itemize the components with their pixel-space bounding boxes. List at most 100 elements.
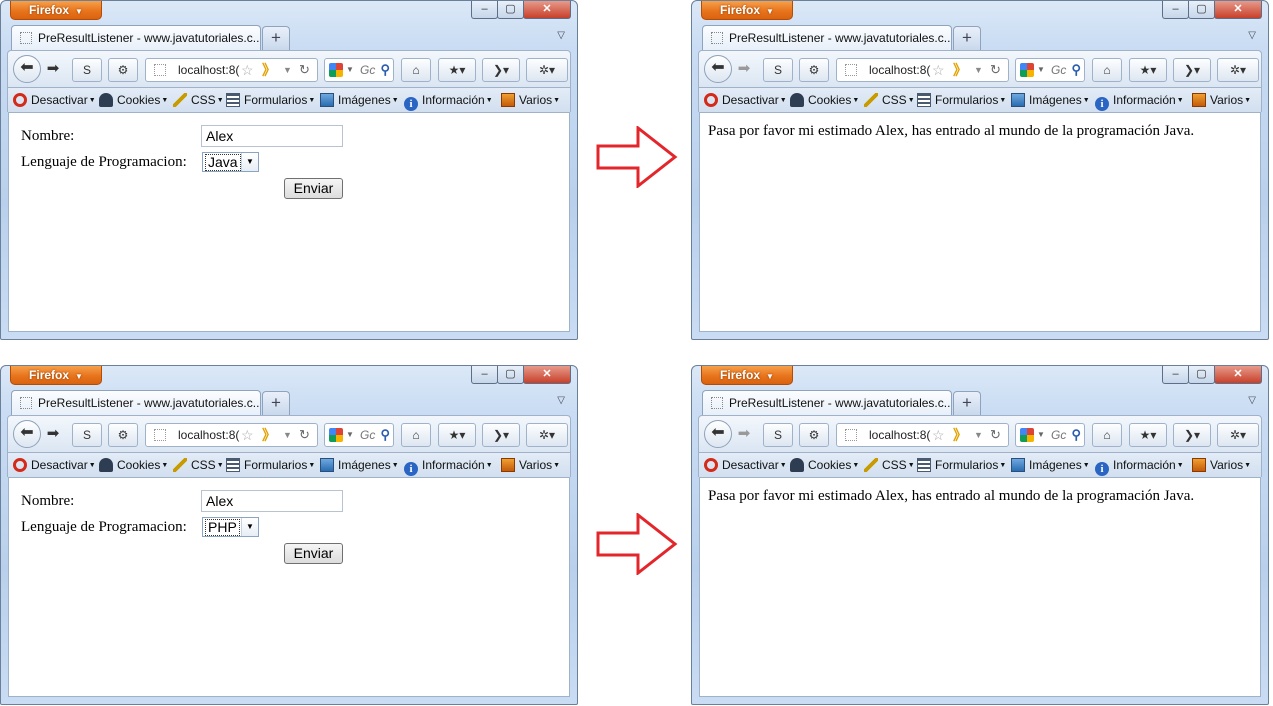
more-tools-button[interactable]: ❯▾ xyxy=(1173,423,1211,447)
firefox-menu-button[interactable]: Firefox ▼ xyxy=(701,1,793,20)
search-icon[interactable]: ⚲ xyxy=(1071,424,1081,446)
chevron-right-icon[interactable]: 》 xyxy=(953,424,967,446)
home-button[interactable]: ⌂ xyxy=(1092,423,1122,447)
home-button[interactable]: ⌂ xyxy=(401,423,431,447)
minimize-button[interactable]: – xyxy=(471,366,498,384)
toolbar-item-css[interactable]: CSS▼ xyxy=(864,88,915,112)
toolbar-item-cookies[interactable]: Cookies▼ xyxy=(790,88,859,112)
extension-button[interactable]: ⚙ xyxy=(799,423,829,447)
url-bar[interactable]: localhost:8(☆ 》 ▼ ↻ xyxy=(836,423,1009,447)
tab-active[interactable]: PreResultListener - www.javatutoriales.c… xyxy=(11,390,261,416)
extension-button[interactable]: ⚙ xyxy=(108,423,138,447)
forward-button[interactable]: ➡ xyxy=(733,425,755,445)
close-button[interactable]: ✕ xyxy=(523,1,571,19)
dropdown-icon[interactable]: ▼ xyxy=(1037,59,1045,81)
toolbar-item-informacion[interactable]: i Información▼ xyxy=(404,88,493,112)
dropdown-icon[interactable]: ▼ xyxy=(283,59,292,81)
language-select[interactable]: Java ▼ xyxy=(202,152,259,172)
chevron-down-icon[interactable]: ▼ xyxy=(241,153,258,171)
new-tab-button[interactable]: + xyxy=(953,26,981,50)
toolbar-item-desactivar[interactable]: Desactivar▼ xyxy=(704,88,787,112)
reload-icon[interactable]: ↻ xyxy=(990,59,1001,81)
toolbar-item-formularios[interactable]: Formularios▼ xyxy=(917,453,1006,477)
back-button[interactable]: ⬅ xyxy=(704,420,732,448)
forward-button[interactable]: ➡ xyxy=(733,60,755,80)
minimize-button[interactable]: – xyxy=(1162,366,1189,384)
reload-icon[interactable]: ↻ xyxy=(299,59,310,81)
toolbar-item-cookies[interactable]: Cookies▼ xyxy=(99,88,168,112)
bookmark-menu-button[interactable]: ★▾ xyxy=(1129,423,1167,447)
toolbar-item-imagenes[interactable]: Imágenes▼ xyxy=(320,453,399,477)
chevron-right-icon[interactable]: 》 xyxy=(262,424,276,446)
search-icon[interactable]: ⚲ xyxy=(1071,59,1081,81)
bookmark-menu-button[interactable]: ★▾ xyxy=(1129,58,1167,82)
search-input[interactable]: ▼ Gc ⚲ xyxy=(324,423,394,447)
maximize-button[interactable]: ▢ xyxy=(1188,366,1215,384)
firefox-menu-button[interactable]: Firefox ▼ xyxy=(701,366,793,385)
tab-list-icon[interactable]: ▽ xyxy=(1248,30,1256,41)
dropdown-icon[interactable]: ▼ xyxy=(283,424,292,446)
toolbar-item-informacion[interactable]: i Información▼ xyxy=(1095,453,1184,477)
firebug-button[interactable]: ✲▾ xyxy=(526,423,568,447)
forward-button[interactable]: ➡ xyxy=(42,425,64,445)
minimize-button[interactable]: – xyxy=(1162,1,1189,19)
toolbar-item-informacion[interactable]: i Información▼ xyxy=(1095,88,1184,112)
more-tools-button[interactable]: ❯▾ xyxy=(1173,58,1211,82)
url-bar[interactable]: localhost:8(☆ 》 ▼ ↻ xyxy=(836,58,1009,82)
maximize-button[interactable]: ▢ xyxy=(497,1,524,19)
new-tab-button[interactable]: + xyxy=(262,26,290,50)
toolbar-item-desactivar[interactable]: Desactivar▼ xyxy=(13,453,96,477)
language-select[interactable]: PHP ▼ xyxy=(202,517,259,537)
back-button[interactable]: ⬅ xyxy=(13,55,41,83)
stylish-button[interactable]: S xyxy=(72,58,102,82)
new-tab-button[interactable]: + xyxy=(262,391,290,415)
dropdown-icon[interactable]: ▼ xyxy=(1037,424,1045,446)
submit-button[interactable]: Enviar xyxy=(284,178,343,199)
toolbar-item-formularios[interactable]: Formularios▼ xyxy=(226,88,315,112)
dropdown-icon[interactable]: ▼ xyxy=(346,59,354,81)
new-tab-button[interactable]: + xyxy=(953,391,981,415)
extension-button[interactable]: ⚙ xyxy=(799,58,829,82)
maximize-button[interactable]: ▢ xyxy=(1188,1,1215,19)
chevron-right-icon[interactable]: 》 xyxy=(262,59,276,81)
tab-active[interactable]: PreResultListener - www.javatutoriales.c… xyxy=(702,25,952,51)
extension-button[interactable]: ⚙ xyxy=(108,58,138,82)
back-button[interactable]: ⬅ xyxy=(13,420,41,448)
toolbar-item-css[interactable]: CSS▼ xyxy=(864,453,915,477)
search-input[interactable]: ▼ Gc ⚲ xyxy=(324,58,394,82)
star-icon[interactable]: ☆ xyxy=(241,59,254,81)
more-tools-button[interactable]: ❯▾ xyxy=(482,423,520,447)
search-input[interactable]: ▼ Gc ⚲ xyxy=(1015,58,1085,82)
star-icon[interactable]: ☆ xyxy=(932,59,945,81)
toolbar-item-formularios[interactable]: Formularios▼ xyxy=(917,88,1006,112)
toolbar-item-css[interactable]: CSS▼ xyxy=(173,453,224,477)
tab-active[interactable]: PreResultListener - www.javatutoriales.c… xyxy=(702,390,952,416)
url-bar[interactable]: localhost:8(☆ 》 ▼ ↻ xyxy=(145,423,318,447)
reload-icon[interactable]: ↻ xyxy=(990,424,1001,446)
toolbar-item-desactivar[interactable]: Desactivar▼ xyxy=(13,88,96,112)
bookmark-menu-button[interactable]: ★▾ xyxy=(438,58,476,82)
toolbar-item-css[interactable]: CSS▼ xyxy=(173,88,224,112)
chevron-down-icon[interactable]: ▼ xyxy=(241,518,258,536)
name-input[interactable]: Alex xyxy=(201,490,343,512)
firefox-menu-button[interactable]: Firefox ▼ xyxy=(10,1,102,20)
forward-button[interactable]: ➡ xyxy=(42,60,64,80)
toolbar-item-varios[interactable]: Varios▼ xyxy=(501,453,560,477)
toolbar-item-formularios[interactable]: Formularios▼ xyxy=(226,453,315,477)
toolbar-item-informacion[interactable]: i Información▼ xyxy=(404,453,493,477)
firebug-button[interactable]: ✲▾ xyxy=(1217,423,1259,447)
tab-list-icon[interactable]: ▽ xyxy=(557,30,565,41)
submit-button[interactable]: Enviar xyxy=(284,543,343,564)
close-button[interactable]: ✕ xyxy=(523,366,571,384)
home-button[interactable]: ⌂ xyxy=(1092,58,1122,82)
toolbar-item-imagenes[interactable]: Imágenes▼ xyxy=(320,88,399,112)
toolbar-item-imagenes[interactable]: Imágenes▼ xyxy=(1011,88,1090,112)
reload-icon[interactable]: ↻ xyxy=(299,424,310,446)
stylish-button[interactable]: S xyxy=(763,423,793,447)
dropdown-icon[interactable]: ▼ xyxy=(974,59,983,81)
bookmark-menu-button[interactable]: ★▾ xyxy=(438,423,476,447)
firefox-menu-button[interactable]: Firefox ▼ xyxy=(10,366,102,385)
toolbar-item-cookies[interactable]: Cookies▼ xyxy=(99,453,168,477)
star-icon[interactable]: ☆ xyxy=(241,424,254,446)
stylish-button[interactable]: S xyxy=(763,58,793,82)
